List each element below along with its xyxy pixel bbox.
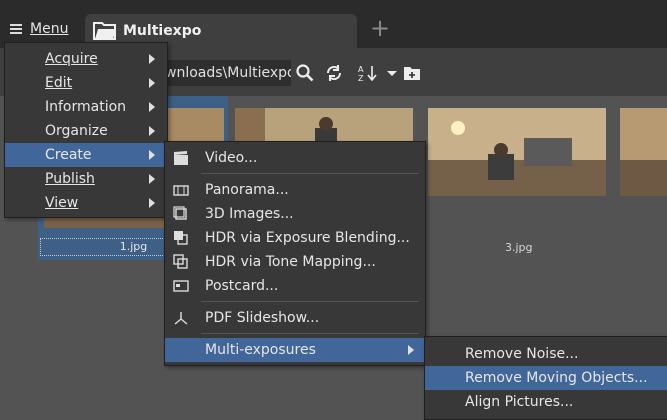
menu-item-hdr-tone-mapping[interactable]: HDR via Tone Mapping... (165, 250, 425, 274)
hamburger-icon (10, 24, 22, 34)
menu-item-postcard[interactable]: Postcard... (165, 274, 425, 298)
svg-text:Z: Z (358, 74, 364, 82)
video-icon (174, 151, 188, 165)
menu-item-publish[interactable]: Publish (5, 167, 167, 191)
hdr-tone-icon (173, 254, 188, 269)
menu-item-video[interactable]: Video... (165, 146, 425, 170)
thumbnail-image-4[interactable] (620, 108, 667, 196)
menu-item-3d-images[interactable]: 3D Images... (165, 202, 425, 226)
chevron-right-icon (149, 150, 155, 160)
create-submenu: Video... Panorama... 3D Images... HDR vi… (164, 141, 426, 366)
menu-item-hdr-exposure-blending[interactable]: HDR via Exposure Blending... (165, 226, 425, 250)
hdr-icon (174, 231, 188, 245)
new-tab-icon[interactable]: + (370, 16, 390, 40)
menu-item-edit[interactable]: Edit (5, 71, 167, 95)
postcard-icon (173, 280, 189, 292)
thumbnail-image-3[interactable] (428, 108, 606, 196)
menu-item-view[interactable]: View (5, 191, 167, 215)
menu-divider (201, 333, 419, 334)
menu-divider (201, 301, 419, 302)
folder-icon (93, 22, 116, 40)
chevron-right-icon (149, 54, 155, 64)
chevron-right-icon (149, 126, 155, 136)
menu-item-acquire[interactable]: Acquire (5, 47, 167, 71)
main-menu: Acquire Edit Information Organize Create… (4, 42, 168, 218)
panorama-icon (173, 185, 189, 196)
refresh-icon[interactable] (322, 60, 346, 86)
menu-item-remove-moving-objects[interactable]: Remove Moving Objects... (425, 366, 667, 390)
multi-exposures-submenu: Remove Noise... Remove Moving Objects...… (424, 336, 667, 420)
path-input[interactable]: wnloads\Multiexpo (165, 60, 291, 86)
chevron-right-icon (408, 345, 414, 355)
chevron-right-icon (149, 78, 155, 88)
menu-item-create[interactable]: Create (5, 143, 167, 167)
menu-item-pdf-slideshow[interactable]: PDF Slideshow... (165, 306, 425, 330)
tab-title: Multiexpo (123, 23, 202, 39)
thumbnail-label-3: 3.jpg (505, 241, 533, 254)
menu-item-align-pictures[interactable]: Align Pictures... (425, 390, 667, 414)
menu-item-multi-exposures[interactable]: Multi-exposures (165, 338, 425, 362)
new-folder-icon[interactable] (400, 60, 424, 86)
menu-button[interactable]: Menu (4, 16, 74, 42)
menu-item-remove-noise[interactable]: Remove Noise... (425, 342, 667, 366)
sort-icon[interactable]: AZ (356, 60, 380, 86)
chevron-right-icon (149, 198, 155, 208)
menu-button-label: Menu (30, 21, 69, 37)
chevron-right-icon (149, 102, 155, 112)
3d-images-icon (173, 206, 187, 220)
menu-item-information[interactable]: Information (5, 95, 167, 119)
menu-item-panorama[interactable]: Panorama... (165, 178, 425, 202)
pdf-icon (174, 312, 188, 325)
search-icon[interactable] (293, 60, 317, 86)
svg-text:A: A (358, 65, 364, 74)
chevron-right-icon (149, 174, 155, 184)
menu-divider (201, 173, 419, 174)
menu-item-organize[interactable]: Organize (5, 119, 167, 143)
